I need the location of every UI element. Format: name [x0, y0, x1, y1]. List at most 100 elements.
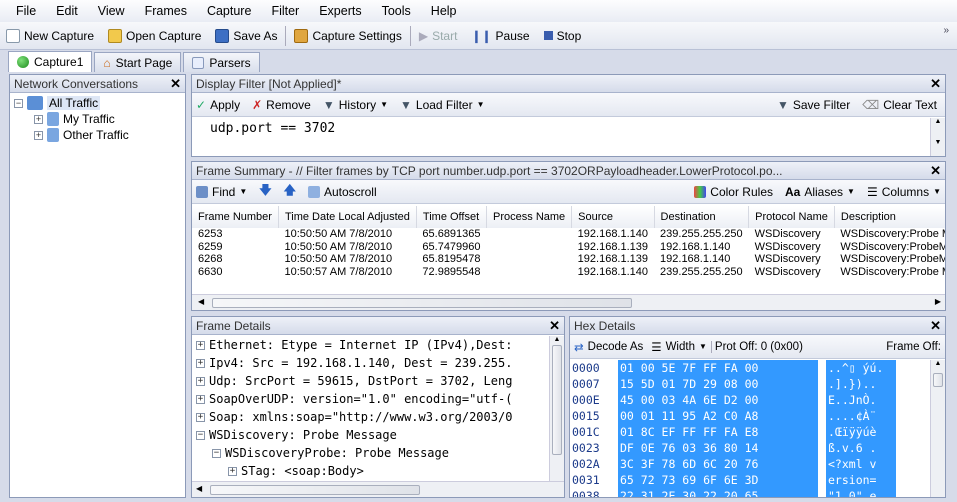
collapse-icon[interactable]: −	[14, 98, 23, 108]
hex-bytes[interactable]: 45 00 03 4A 6E D2 00	[618, 392, 818, 408]
save-filter-button[interactable]: ▼ Save Filter	[777, 98, 850, 112]
decode-as-button[interactable]: ⇄ Decode As	[574, 340, 643, 354]
scroll-right-icon[interactable]: ▶	[935, 297, 941, 306]
hex-vertical-scrollbar[interactable]: ▲	[930, 360, 945, 497]
column-header[interactable]: Frame Number	[192, 206, 279, 228]
scroll-up-icon[interactable]: ▲	[931, 118, 945, 125]
hex-row[interactable]: 0015 00 01 11 95 A2 C0 A8 ....¢À¨	[570, 408, 896, 424]
details-vertical-scrollbar[interactable]: ▲	[549, 336, 564, 481]
hex-row[interactable]: 0000 01 00 5E 7F FF FA 00 ..^▯ ýú.	[570, 360, 896, 376]
scroll-thumb[interactable]	[210, 485, 420, 495]
expand-icon[interactable]: +	[196, 376, 205, 386]
find-button[interactable]: Find ▼	[196, 185, 247, 199]
columns-button[interactable]: ☰ Columns ▼	[867, 185, 941, 199]
expand-icon[interactable]: +	[196, 412, 205, 422]
scroll-up-icon[interactable]: ▲	[931, 360, 945, 367]
capture-settings-button[interactable]: Capture Settings	[294, 28, 402, 43]
close-icon[interactable]: ✕	[930, 318, 941, 334]
hex-bytes[interactable]: 65 72 73 69 6F 6E 3D	[618, 472, 818, 488]
scroll-left-icon[interactable]: ◀	[196, 484, 202, 493]
details-horizontal-scrollbar[interactable]: ◀	[192, 481, 564, 497]
collapse-icon[interactable]: −	[212, 448, 221, 458]
column-header[interactable]: Destination	[654, 206, 750, 228]
summary-horizontal-scrollbar[interactable]: ◀ ▶	[192, 294, 945, 310]
menu-capture[interactable]: Capture	[197, 4, 261, 18]
stop-button[interactable]: Stop	[543, 29, 581, 43]
toolbar-overflow-icon[interactable]: »	[943, 25, 949, 36]
load-filter-button[interactable]: ▼ Load Filter ▼	[400, 98, 485, 112]
expand-icon[interactable]: +	[34, 130, 43, 140]
expand-icon[interactable]: +	[34, 114, 43, 124]
scroll-down-button[interactable]: 🡇	[259, 181, 271, 202]
scroll-left-icon[interactable]: ◀	[198, 297, 204, 306]
filter-scrollbar[interactable]: ▲ ▼	[930, 118, 945, 156]
column-header[interactable]: Description	[834, 206, 945, 228]
expand-icon[interactable]: +	[196, 340, 205, 350]
details-node[interactable]: + SoapOverUDP: version="1.0" encoding="ut…	[196, 390, 544, 408]
details-node[interactable]: + Udp: SrcPort = 59615, DstPort = 3702, L…	[196, 372, 544, 390]
width-button[interactable]: ☰ Width ▼	[651, 340, 707, 354]
hex-bytes[interactable]: 22 31 2E 30 22 20 65	[618, 488, 818, 497]
hex-bytes[interactable]: 01 8C EF FF FF FA E8	[618, 424, 818, 440]
hex-row[interactable]: 000E 45 00 03 4A 6E D2 00 E..JnÒ.	[570, 392, 896, 408]
filter-text-input[interactable]: udp.port == 3702	[210, 121, 335, 136]
close-icon[interactable]: ✕	[930, 163, 941, 179]
scroll-thumb[interactable]	[933, 373, 943, 387]
hex-ascii[interactable]: ..^▯ ýú.	[826, 360, 896, 376]
tree-item-my-traffic[interactable]: + My Traffic	[14, 111, 181, 127]
details-node[interactable]: − WSDiscovery: Probe Message	[196, 426, 544, 444]
hex-bytes[interactable]: DF 0E 76 03 36 80 14	[618, 440, 818, 456]
hex-ascii[interactable]: ....¢À¨	[826, 408, 896, 424]
column-header[interactable]: Source	[571, 206, 655, 228]
menu-edit[interactable]: Edit	[46, 4, 88, 18]
tab-start-page[interactable]: ⌂ Start Page	[94, 52, 182, 72]
clear-text-button[interactable]: ⌫ Clear Text	[862, 98, 937, 112]
details-node[interactable]: + STag: <soap:Body>	[196, 462, 544, 480]
scroll-thumb[interactable]	[212, 298, 632, 308]
scroll-up-button[interactable]: 🡅	[284, 181, 296, 202]
tab-parsers[interactable]: Parsers	[183, 52, 260, 72]
hex-row[interactable]: 0038 22 31 2E 30 22 20 65 "1.0" e	[570, 488, 896, 497]
new-capture-button[interactable]: New Capture	[6, 28, 94, 43]
hex-ascii[interactable]: E..JnÒ.	[826, 392, 896, 408]
hex-bytes[interactable]: 00 01 11 95 A2 C0 A8	[618, 408, 818, 424]
menu-filter[interactable]: Filter	[261, 4, 309, 18]
hex-ascii[interactable]: ß.v.6 .	[826, 440, 896, 456]
open-capture-button[interactable]: Open Capture	[108, 28, 201, 43]
menu-experts[interactable]: Experts	[309, 4, 371, 18]
column-header[interactable]: Process Name	[486, 206, 573, 228]
hex-bytes[interactable]: 01 00 5E 7F FF FA 00	[618, 360, 818, 376]
color-rules-button[interactable]: Color Rules	[694, 185, 773, 199]
hex-row[interactable]: 001C 01 8C EF FF FF FA E8 .Œïÿÿúè	[570, 424, 896, 440]
column-header[interactable]: Time Date Local Adjusted	[278, 206, 417, 228]
table-row[interactable]: 6253 10:50:50 AM 7/8/2010 65.6891365 192.16…	[192, 228, 945, 241]
hex-ascii[interactable]: <?xml v	[826, 456, 896, 472]
hex-ascii[interactable]: .].})..	[826, 376, 896, 392]
hex-row[interactable]: 0031 65 72 73 69 6F 6E 3D ersion=	[570, 472, 896, 488]
scroll-up-icon[interactable]: ▲	[550, 336, 564, 343]
aliases-button[interactable]: Aa Aliases ▼	[785, 185, 855, 199]
tree-item-other-traffic[interactable]: + Other Traffic	[14, 127, 181, 143]
column-header[interactable]: Time Offset	[416, 206, 488, 228]
details-node[interactable]: − WSDiscoveryProbe: Probe Message	[196, 444, 544, 462]
table-row[interactable]: 6259 10:50:50 AM 7/8/2010 65.7479960 192.16…	[192, 241, 945, 254]
apply-button[interactable]: ✓ Apply	[196, 98, 240, 112]
tree-item-all-traffic[interactable]: − All Traffic	[14, 95, 181, 111]
column-header[interactable]: Protocol Name	[748, 206, 835, 228]
autoscroll-button[interactable]: Autoscroll	[307, 185, 377, 199]
hex-row[interactable]: 0023 DF 0E 76 03 36 80 14 ß.v.6 .	[570, 440, 896, 456]
details-node[interactable]: + Soap: xmlns:soap="http://www.w3.org/200…	[196, 408, 544, 426]
menu-help[interactable]: Help	[421, 4, 467, 18]
save-as-button[interactable]: Save As	[215, 28, 277, 43]
expand-icon[interactable]: +	[196, 358, 205, 368]
hex-ascii[interactable]: "1.0" e	[826, 488, 896, 497]
expand-icon[interactable]: +	[196, 394, 205, 404]
details-node[interactable]: + Ethernet: Etype = Internet IP (IPv4),De…	[196, 336, 544, 354]
scroll-down-icon[interactable]: ▼	[931, 139, 945, 146]
table-row[interactable]: 6630 10:50:57 AM 7/8/2010 72.9895548 192.16…	[192, 266, 945, 279]
menu-file[interactable]: File	[6, 4, 46, 18]
scroll-thumb[interactable]	[552, 345, 562, 455]
close-icon[interactable]: ✕	[549, 318, 560, 334]
menu-tools[interactable]: Tools	[372, 4, 421, 18]
tab-capture1[interactable]: Capture1	[8, 51, 93, 72]
